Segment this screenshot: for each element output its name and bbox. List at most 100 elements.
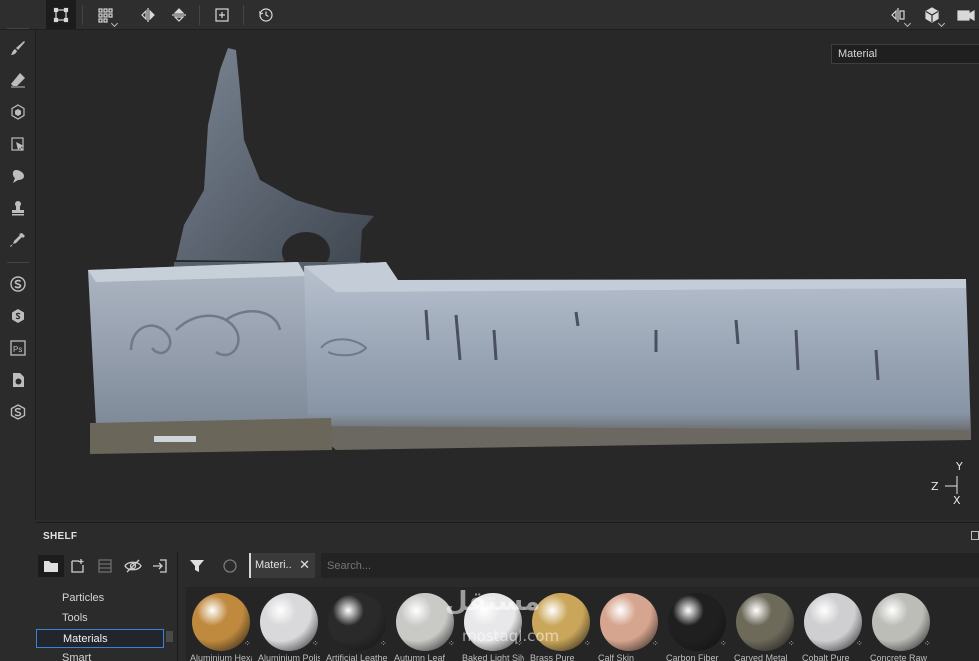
material-label: Carbon Fiber: [666, 653, 719, 661]
material-thumbnail[interactable]: [192, 593, 250, 651]
polygon-fill-button[interactable]: [6, 132, 30, 156]
polygon-fill-icon: [11, 137, 24, 151]
chevron-down-icon: [903, 19, 912, 28]
filter-chip[interactable]: Materi.. ✕: [249, 553, 315, 578]
svg-text:Ps: Ps: [13, 345, 22, 354]
projection-icon: [11, 104, 25, 120]
source-icon: [12, 309, 24, 323]
import-shelf-button[interactable]: [94, 555, 116, 577]
eraser-tool-button[interactable]: [6, 68, 30, 92]
history-icon: [258, 7, 273, 22]
material-thumbnail[interactable]: [736, 593, 794, 651]
search-input[interactable]: [321, 553, 979, 578]
substance-logo-icon: [10, 276, 26, 292]
material-options-icon[interactable]: ⁘: [312, 639, 319, 648]
database-icon: [98, 559, 112, 573]
history-button[interactable]: [251, 0, 281, 29]
selection-icon: [53, 7, 69, 22]
material-options-icon[interactable]: ⁘: [244, 639, 251, 648]
material-options-icon[interactable]: ⁘: [448, 639, 455, 648]
projection-tool-button[interactable]: [6, 100, 30, 124]
material-label: Aluminium Hexagonal: [190, 653, 252, 661]
material-thumbnail[interactable]: [872, 593, 930, 651]
category-item[interactable]: Tools: [36, 609, 164, 628]
watermark-url: mostaql.com: [462, 627, 560, 645]
mirror-x-button[interactable]: [133, 0, 163, 29]
material-label: Baked Light Silver: [462, 653, 524, 661]
material-thumbnail[interactable]: [600, 593, 658, 651]
substance-share-icon: [10, 404, 26, 420]
stamp-icon: [12, 201, 24, 216]
category-item[interactable]: Particles: [36, 589, 164, 608]
channel-select[interactable]: Material: [831, 44, 979, 64]
watermark-logo: مستقل: [445, 587, 541, 617]
material-label: Brass Pure: [530, 653, 575, 661]
top-toolbar: [0, 0, 979, 30]
substance-share-button[interactable]: [6, 400, 30, 424]
refresh-button[interactable]: [219, 555, 241, 577]
toolbar-divider: [199, 5, 200, 25]
material-label: Cobalt Pure: [802, 653, 850, 661]
camera-icon: [957, 9, 975, 21]
refresh-icon: [223, 559, 237, 573]
document-plugin-button[interactable]: [6, 368, 30, 392]
shelf-divider: [177, 552, 178, 661]
view-cube-button[interactable]: [917, 0, 947, 29]
new-file-icon: [71, 559, 84, 573]
shelf-title: SHELF: [43, 531, 78, 542]
folder-button[interactable]: [38, 555, 64, 577]
material-thumbnail[interactable]: [260, 593, 318, 651]
close-icon[interactable]: ✕: [299, 557, 310, 573]
3d-viewport[interactable]: Material Y Z X: [36, 30, 979, 520]
material-label: Aluminium Polished: [258, 653, 320, 661]
maximize-icon[interactable]: [971, 531, 979, 540]
photoshop-export-button[interactable]: Ps: [6, 336, 30, 360]
material-options-icon[interactable]: ⁘: [924, 639, 931, 648]
filter-button[interactable]: [186, 555, 208, 577]
color-picker-button[interactable]: [6, 228, 30, 252]
mirror-horizontal-icon: [141, 7, 155, 22]
filter-icon: [190, 560, 204, 572]
material-options-icon[interactable]: ⁘: [788, 639, 795, 648]
paint-tool-button[interactable]: [6, 36, 30, 60]
selection-mode-button[interactable]: [46, 0, 76, 29]
material-thumbnail[interactable]: [668, 593, 726, 651]
smudge-tool-button[interactable]: [6, 164, 30, 188]
camera-button[interactable]: [951, 0, 979, 29]
material-options-icon[interactable]: ⁘: [584, 639, 591, 648]
export-shelf-button[interactable]: [149, 555, 171, 577]
mirror-y-button[interactable]: [164, 0, 194, 29]
scrollbar[interactable]: [166, 631, 173, 642]
eraser-icon: [11, 73, 25, 88]
new-shelf-button[interactable]: [67, 555, 89, 577]
hide-shelf-button[interactable]: [122, 555, 144, 577]
material-options-icon[interactable]: ⁘: [856, 639, 863, 648]
material-options-icon[interactable]: ⁘: [720, 639, 727, 648]
clone-tool-button[interactable]: [6, 196, 30, 220]
grid-mode-button[interactable]: [90, 0, 120, 29]
category-item-selected[interactable]: Materials: [36, 629, 164, 648]
category-list: Particles Tools Materials Smart material…: [36, 583, 174, 661]
material-thumbnail[interactable]: [804, 593, 862, 651]
material-thumbnail[interactable]: [328, 593, 386, 651]
material-label: Calf Skin: [598, 653, 635, 661]
filter-chip-label: Materi..: [255, 559, 292, 571]
split-view-icon: [891, 7, 905, 22]
axis-gizmo: Y Z X: [931, 460, 975, 508]
material-options-icon[interactable]: ⁘: [380, 639, 387, 648]
category-item[interactable]: Smart materials: [36, 649, 164, 661]
pistol-model-render: [88, 48, 971, 454]
fit-view-button[interactable]: [207, 0, 237, 29]
eye-slash-icon: [124, 559, 142, 573]
source-plugin-button[interactable]: [6, 304, 30, 328]
smudge-icon: [12, 170, 24, 183]
split-view-button[interactable]: [883, 0, 913, 29]
axis-x-label: X: [953, 494, 961, 507]
axis-y-label: Y: [956, 460, 963, 473]
material-options-icon[interactable]: ⁘: [652, 639, 659, 648]
mirror-vertical-icon: [172, 7, 186, 22]
frame-icon: [215, 7, 229, 22]
material-label: Carved Metal: [734, 653, 788, 661]
brush-icon: [11, 41, 25, 55]
substance-plugin-button[interactable]: [6, 272, 30, 296]
